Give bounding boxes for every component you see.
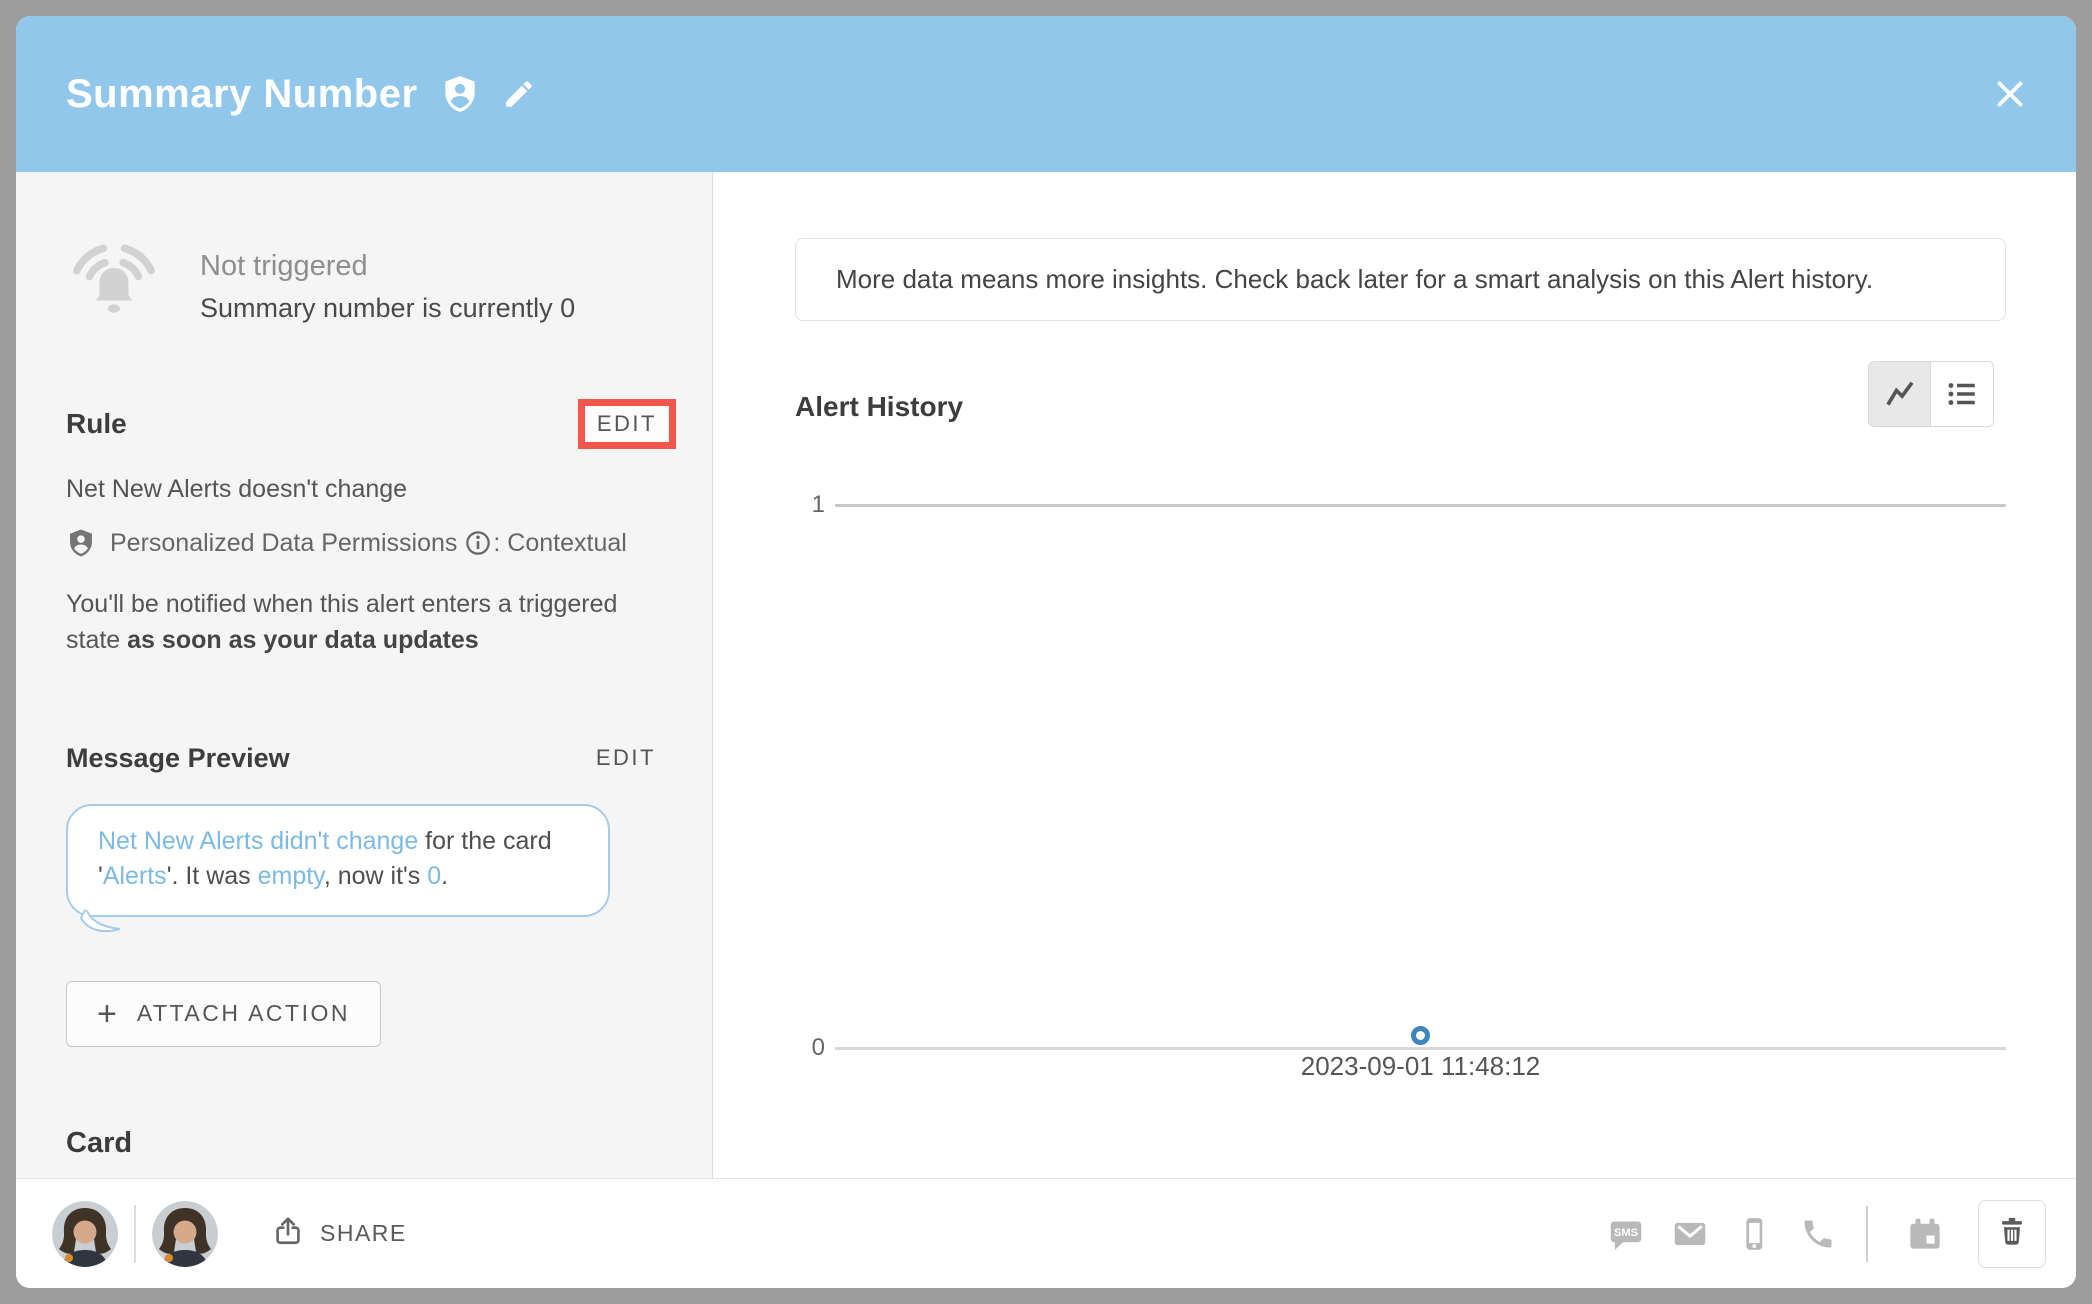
y-tick-1: 1 — [795, 491, 825, 519]
rule-section-header: Rule EDIT — [66, 399, 668, 449]
status-title: Not triggered — [200, 250, 575, 283]
message-edit-button[interactable]: EDIT — [596, 745, 656, 771]
message-preview-bubble: Net New Alerts didn't change for the car… — [66, 804, 610, 917]
svg-text:SMS: SMS — [1614, 1227, 1638, 1239]
phone-icon — [1800, 1216, 1836, 1252]
message-preview-heading: Message Preview — [66, 743, 290, 774]
plus-icon: + — [97, 997, 117, 1031]
share-icon — [272, 1215, 304, 1252]
shield-person-icon — [66, 528, 96, 558]
smart-insight-text: More data means more insights. Check bac… — [836, 264, 1873, 294]
share-button[interactable]: SHARE — [272, 1215, 407, 1252]
rule-heading: Rule — [66, 408, 127, 440]
pdp-value: : Contextual — [493, 529, 626, 558]
chart-view-toggle[interactable] — [1869, 362, 1931, 426]
y-tick-0: 0 — [795, 1034, 825, 1062]
sms-icon: SMS — [1608, 1216, 1644, 1252]
footer-actions: SMS — [1580, 1200, 2046, 1268]
alert-status: Not triggered Summary number is currentl… — [66, 242, 668, 331]
attach-action-button[interactable]: + ATTACH ACTION — [66, 981, 381, 1047]
pdp-row: Personalized Data Permissions : Contextu… — [66, 528, 668, 558]
data-point — [1411, 1026, 1430, 1045]
bubble-segment: '. It was — [167, 862, 258, 890]
email-icon — [1672, 1216, 1708, 1252]
bubble-segment: 0 — [427, 862, 441, 890]
sidebar: Not triggered Summary number is currentl… — [16, 172, 713, 1178]
bubble-segment: , now it's — [324, 862, 427, 890]
bubble-segment: Net New Alerts didn't change — [98, 827, 418, 855]
calendar-icon[interactable] — [1906, 1215, 1944, 1253]
modal-header: Summary Number — [16, 16, 2076, 172]
delete-button[interactable] — [1978, 1200, 2046, 1268]
x-axis-label: 2023-09-01 11:48:12 — [1301, 1051, 1541, 1082]
card-heading: Card — [66, 1127, 668, 1160]
view-toggle-group — [1868, 361, 1994, 427]
bell-waves-icon — [66, 242, 162, 331]
avatar[interactable] — [52, 1201, 118, 1267]
message-preview-header: Message Preview EDIT — [66, 743, 668, 774]
status-subtitle: Summary number is currently 0 — [200, 293, 575, 324]
modal-title: Summary Number — [66, 72, 418, 117]
attach-action-label: ATTACH ACTION — [137, 1000, 350, 1027]
shield-person-icon — [440, 74, 480, 114]
list-view-toggle[interactable] — [1931, 362, 1993, 426]
alert-history-title: Alert History — [795, 391, 963, 427]
alert-detail-modal: Summary Number — [16, 16, 2076, 1288]
avatar[interactable] — [152, 1201, 218, 1267]
pdp-label: Personalized Data Permissions — [110, 529, 457, 558]
notify-text: You'll be notified when this alert enter… — [66, 586, 631, 659]
bubble-segment: . — [441, 862, 448, 890]
alert-history-chart: 1 0 2023-09-01 11:48:12 — [795, 491, 2006, 1091]
alert-history-header: Alert History — [795, 361, 2006, 427]
smart-insight-box: More data means more insights. Check bac… — [795, 238, 2006, 321]
notify-text-bold: as soon as your data updates — [127, 626, 479, 654]
bubble-segment: empty — [258, 862, 324, 890]
bubble-tail — [80, 906, 124, 939]
avatar-divider — [134, 1205, 136, 1263]
close-icon[interactable] — [1988, 72, 2032, 116]
rule-description: Net New Alerts doesn't change — [66, 475, 668, 504]
mobile-icon — [1736, 1216, 1772, 1252]
pencil-icon[interactable] — [502, 77, 536, 111]
main-panel: More data means more insights. Check bac… — [713, 172, 2076, 1178]
trash-icon — [1996, 1215, 2028, 1252]
rule-edit-button[interactable]: EDIT — [597, 411, 657, 436]
modal-body: Not triggered Summary number is currentl… — [16, 172, 2076, 1178]
rule-edit-highlight-annotation: EDIT — [578, 399, 676, 449]
plot-area: 2023-09-01 11:48:12 — [835, 491, 2006, 1091]
bubble-segment: Alerts — [103, 862, 167, 890]
footer-divider — [1866, 1206, 1868, 1262]
info-icon[interactable] — [465, 530, 491, 556]
share-label: SHARE — [320, 1220, 407, 1247]
modal-footer: SHARE SMS — [16, 1178, 2076, 1288]
